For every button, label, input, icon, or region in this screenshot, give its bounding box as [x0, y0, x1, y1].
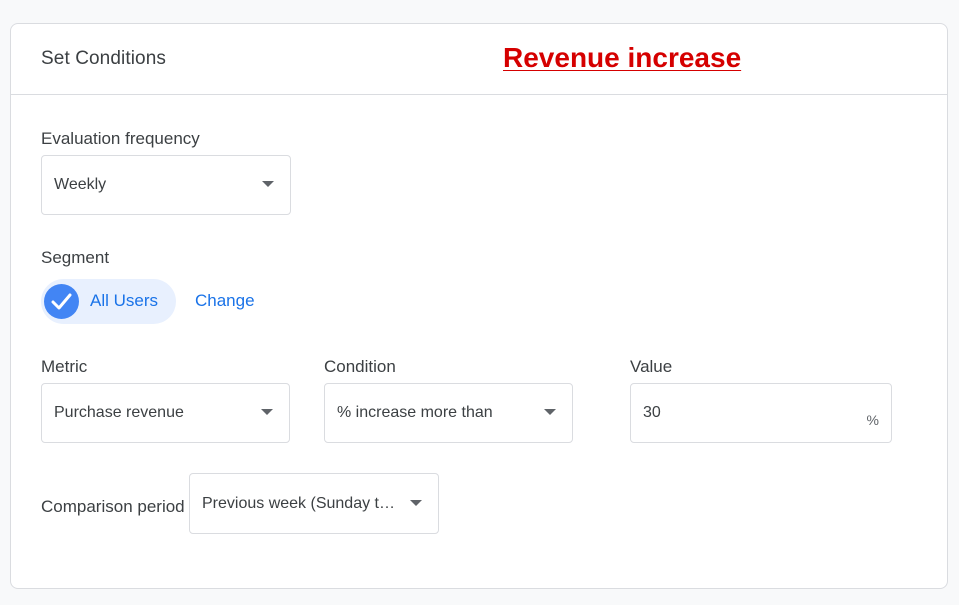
comparison-period-label: Comparison period [41, 497, 185, 516]
segment-label: Segment [41, 248, 110, 267]
dropdown-arrow-icon [261, 409, 273, 415]
dropdown-arrow-icon [410, 499, 422, 506]
evaluation-frequency-select[interactable]: Weekly [41, 155, 291, 215]
condition-label: Condition [324, 357, 396, 376]
dropdown-arrow-icon [544, 409, 556, 415]
card-title: Set Conditions [41, 48, 166, 69]
dropdown-arrow-icon [262, 181, 274, 187]
percent-suffix: % [866, 412, 879, 428]
metric-label: Metric [41, 357, 88, 376]
value-label: Value [630, 357, 673, 376]
condition-select[interactable]: % increase more than [324, 383, 573, 443]
annotation-label: Revenue increase [503, 42, 742, 73]
card-header: Set Conditions Revenue increase [11, 24, 947, 95]
value-input[interactable]: 30 % [630, 383, 892, 443]
evaluation-frequency-value: Weekly [54, 176, 107, 193]
comparison-period-value: Previous week (Sunday to … [202, 494, 398, 512]
segment-chip-all-users[interactable]: All Users [41, 279, 176, 324]
evaluation-frequency-label: Evaluation frequency [41, 129, 200, 148]
value-input-text: 30 [643, 404, 661, 421]
change-segment-link[interactable]: Change [195, 291, 255, 311]
set-conditions-card: Set Conditions Revenue increase Evaluati… [10, 23, 948, 589]
checkmark-icon [44, 284, 79, 319]
condition-value: % increase more than [337, 404, 493, 421]
metric-select[interactable]: Purchase revenue [41, 383, 290, 443]
comparison-period-select[interactable]: Previous week (Sunday to … [189, 473, 439, 534]
metric-value: Purchase revenue [54, 404, 184, 421]
segment-chip-label: All Users [90, 291, 159, 310]
